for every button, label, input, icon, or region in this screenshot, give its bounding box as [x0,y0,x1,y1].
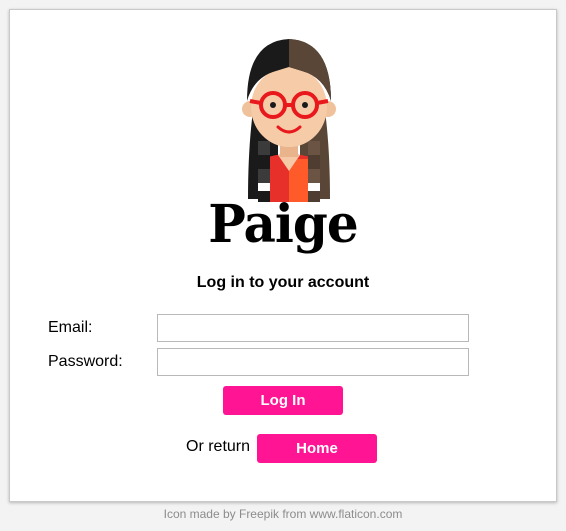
brand-logo-text: Paige [208,192,358,255]
login-button[interactable]: Log In [223,386,343,415]
email-field[interactable] [157,314,469,342]
password-field[interactable] [157,348,469,376]
home-button[interactable]: Home [257,434,377,463]
password-label: Password: [48,353,123,370]
icon-credit: Icon made by Freepik from www.flaticon.c… [163,507,403,521]
girl-with-glasses-icon [242,39,336,202]
or-return-text: Or return [186,438,251,455]
page-title: Log in to your account [196,274,370,291]
email-label: Email: [48,319,93,336]
login-card: Paige Log in to your account Email: Pass… [9,9,557,502]
